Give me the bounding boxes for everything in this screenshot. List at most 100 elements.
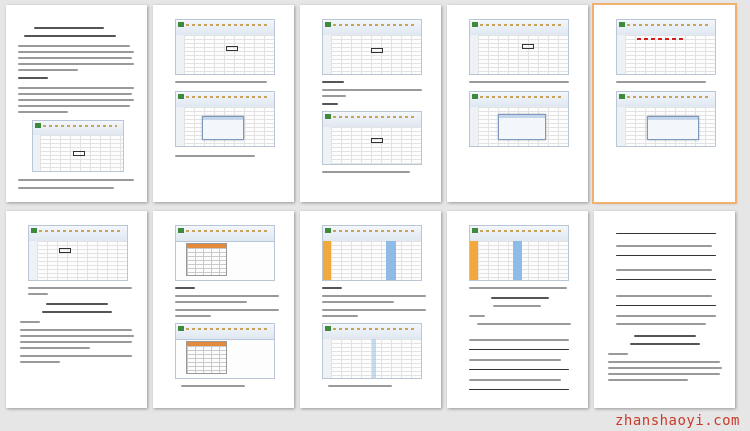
text-line xyxy=(18,77,48,79)
excel-screenshot xyxy=(469,225,569,281)
answer-line xyxy=(469,369,569,370)
excel-screenshot xyxy=(28,225,128,281)
excel-screenshot xyxy=(616,19,716,75)
text-line xyxy=(616,81,706,83)
text-line xyxy=(18,99,134,101)
text-line xyxy=(18,87,134,89)
text-line xyxy=(20,335,134,337)
text-line xyxy=(20,355,132,357)
text-line xyxy=(18,63,134,65)
text-line xyxy=(20,347,90,349)
text-line xyxy=(322,309,426,311)
text-line xyxy=(18,51,134,53)
text-line xyxy=(175,155,255,157)
text-line xyxy=(18,105,130,107)
text-line xyxy=(46,303,108,305)
text-line xyxy=(175,287,195,289)
text-line xyxy=(634,335,696,337)
text-line xyxy=(469,315,485,317)
text-line xyxy=(616,295,712,297)
text-line xyxy=(616,315,716,317)
page-thumbnail-9[interactable] xyxy=(447,211,588,408)
excel-screenshot xyxy=(322,225,422,281)
excel-screenshot xyxy=(175,225,275,281)
text-line xyxy=(477,323,571,325)
text-line xyxy=(34,27,104,29)
text-line xyxy=(322,81,344,83)
text-line xyxy=(322,89,422,91)
text-line xyxy=(328,385,392,387)
watermark-text: zhanshaoyi.com xyxy=(614,413,740,429)
text-line xyxy=(608,367,722,369)
page-thumbnail-10[interactable] xyxy=(594,211,735,408)
page-thumbnail-1[interactable] xyxy=(6,5,147,202)
excel-screenshot xyxy=(469,19,569,75)
text-line xyxy=(24,35,116,37)
text-line xyxy=(322,287,342,289)
answer-line xyxy=(469,349,569,350)
text-line xyxy=(493,305,541,307)
text-line xyxy=(42,311,112,313)
answer-line xyxy=(616,279,716,280)
text-line xyxy=(469,287,567,289)
text-line xyxy=(18,93,132,95)
text-line xyxy=(175,81,267,83)
page-thumbnail-6[interactable] xyxy=(6,211,147,408)
text-line xyxy=(322,103,338,105)
text-line xyxy=(20,329,132,331)
text-line xyxy=(616,323,706,325)
page-thumbnail-8[interactable] xyxy=(300,211,441,408)
text-line xyxy=(322,171,410,173)
text-line xyxy=(175,295,279,297)
page-thumbnail-3[interactable] xyxy=(300,5,441,202)
text-line xyxy=(469,339,569,341)
text-line xyxy=(322,315,358,317)
text-line xyxy=(616,245,712,247)
excel-screenshot xyxy=(322,19,422,75)
answer-line xyxy=(616,255,716,256)
excel-screenshot xyxy=(175,19,275,75)
text-line xyxy=(20,321,40,323)
excel-screenshot xyxy=(175,323,275,379)
page-thumbnail-7[interactable] xyxy=(153,211,294,408)
excel-screenshot xyxy=(469,91,569,147)
text-line xyxy=(175,301,247,303)
excel-screenshot xyxy=(322,323,422,379)
text-line xyxy=(20,341,132,343)
text-line xyxy=(491,297,549,299)
text-line xyxy=(608,373,720,375)
text-line xyxy=(175,315,211,317)
text-line xyxy=(608,361,720,363)
text-line xyxy=(608,379,688,381)
excel-screenshot xyxy=(616,91,716,147)
text-line xyxy=(18,45,130,47)
text-line xyxy=(18,179,134,181)
text-line xyxy=(18,187,114,189)
text-line xyxy=(181,385,245,387)
text-line xyxy=(630,343,700,345)
text-line xyxy=(18,57,132,59)
text-line xyxy=(322,295,426,297)
text-line xyxy=(469,81,569,83)
text-line xyxy=(616,269,712,271)
text-line xyxy=(18,111,68,113)
answer-line xyxy=(616,233,716,234)
text-line xyxy=(322,301,394,303)
excel-screenshot xyxy=(175,91,275,147)
text-line xyxy=(608,353,628,355)
text-line xyxy=(322,95,346,97)
excel-screenshot xyxy=(32,120,124,172)
text-line xyxy=(18,69,78,71)
page-thumbnail-4[interactable] xyxy=(447,5,588,202)
text-line xyxy=(28,287,132,289)
text-line xyxy=(28,293,48,295)
answer-line xyxy=(469,389,569,390)
page-thumbnail-2[interactable] xyxy=(153,5,294,202)
page-thumbnail-5[interactable] xyxy=(592,3,737,204)
answer-line xyxy=(616,305,716,306)
text-line xyxy=(469,379,561,381)
text-line xyxy=(20,361,60,363)
excel-screenshot xyxy=(322,111,422,165)
text-line xyxy=(175,309,279,311)
text-line xyxy=(469,359,561,361)
